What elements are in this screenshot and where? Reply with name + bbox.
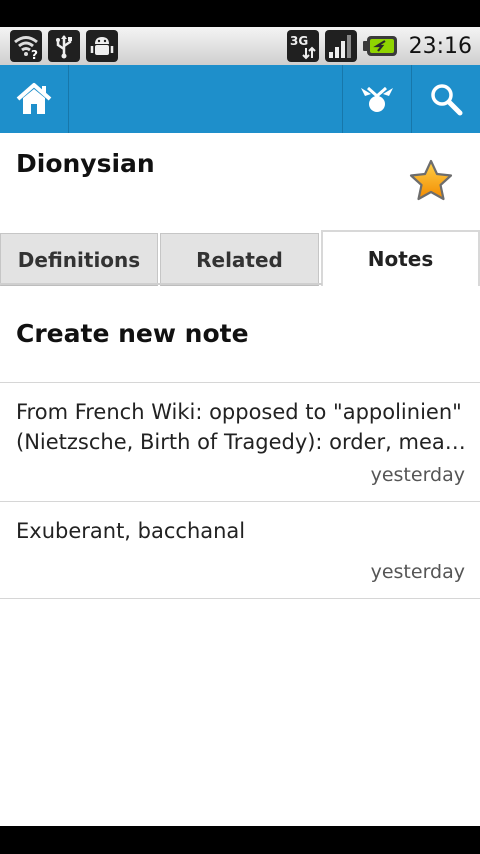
android-debug-icon bbox=[86, 30, 118, 62]
tab-definitions[interactable]: Definitions bbox=[0, 233, 158, 286]
screen-bottom-bezel bbox=[0, 826, 480, 854]
note-text-line: From French Wiki: opposed to "appolinien… bbox=[16, 400, 462, 424]
action-bar-spacer bbox=[69, 65, 342, 133]
star-icon bbox=[409, 159, 453, 201]
battery-charging-icon bbox=[362, 30, 399, 62]
search-icon bbox=[431, 84, 463, 116]
search-button[interactable] bbox=[411, 65, 480, 133]
signal-strength-icon bbox=[324, 30, 357, 62]
note-text-line: Exuberant, bacchanal bbox=[16, 519, 246, 543]
network-3g-icon: 3G bbox=[286, 30, 319, 62]
share-icon bbox=[361, 86, 393, 112]
note-date: yesterday bbox=[370, 464, 465, 486]
home-icon bbox=[16, 83, 52, 114]
word-title: Dionysian bbox=[16, 149, 155, 178]
divider bbox=[0, 501, 480, 502]
status-bar: ? 3G 23:16 bbox=[0, 27, 480, 65]
tab-bar: Definitions Related Notes bbox=[0, 230, 480, 286]
screen-top-bezel bbox=[0, 0, 480, 27]
tab-underline bbox=[0, 283, 322, 285]
create-new-note-button[interactable]: Create new note bbox=[16, 319, 249, 348]
action-bar bbox=[0, 65, 480, 133]
svg-text:3G: 3G bbox=[290, 34, 308, 48]
word-detail-content: Dionysian Definitions Related Notes Crea… bbox=[0, 133, 480, 826]
tab-notes[interactable]: Notes bbox=[321, 230, 480, 286]
favorite-button[interactable] bbox=[408, 159, 454, 203]
divider bbox=[0, 598, 480, 599]
note-date: yesterday bbox=[370, 561, 465, 583]
home-button[interactable] bbox=[0, 65, 69, 133]
divider bbox=[0, 382, 480, 383]
usb-icon bbox=[48, 30, 80, 62]
share-button[interactable] bbox=[342, 65, 411, 133]
tab-related[interactable]: Related bbox=[160, 233, 319, 286]
svg-text:?: ? bbox=[31, 48, 38, 60]
status-clock: 23:16 bbox=[408, 33, 472, 59]
note-text-line: (Nietzsche, Birth of Tragedy): order, me… bbox=[16, 430, 466, 454]
wifi-question-icon: ? bbox=[10, 30, 42, 62]
